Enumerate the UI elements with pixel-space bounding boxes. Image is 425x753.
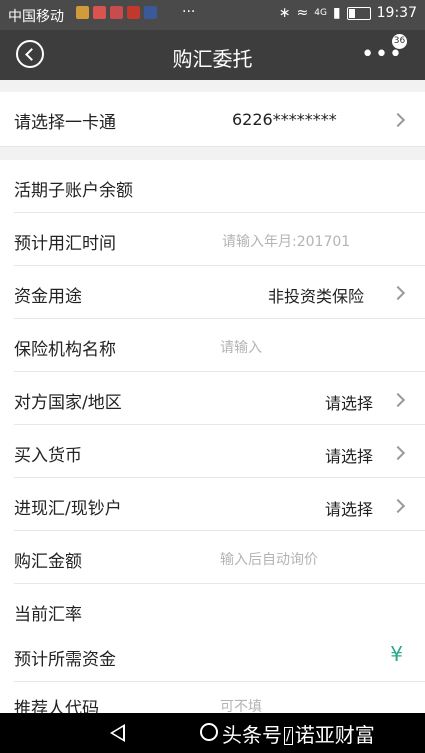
row-balance: 活期子账户余额 (0, 160, 425, 213)
row-fx-time[interactable]: 预计用汇时间 请输入年月:201701 (0, 213, 425, 266)
bluetooth-icon: ∗ (278, 5, 291, 21)
chevron-right-icon (390, 392, 406, 408)
row-label: 预计用汇时间 (14, 234, 116, 254)
chevron-right-icon (390, 285, 406, 301)
carrier-name: 中国移动 (8, 9, 64, 25)
notification-icons (76, 6, 157, 19)
insurer-input[interactable]: 请输入 (220, 337, 262, 357)
chevron-right-icon (390, 112, 406, 128)
watermark-name: 诺亚财富 (294, 723, 375, 747)
referrer-input[interactable]: 可不填 (220, 696, 262, 713)
app-notification-icon (110, 6, 123, 19)
network-type: 4G (314, 8, 327, 18)
row-label: 资金用途 (14, 287, 82, 307)
clock: 19:37 (376, 5, 417, 21)
currency-value: 请选择 (325, 447, 374, 466)
row-insurer[interactable]: 保险机构名称 请输入 (0, 319, 425, 372)
watermark: 头条号 / 诺亚财富 (222, 719, 375, 748)
row-required-funds: 预计所需资金 ¥ (0, 629, 425, 682)
card-select-label: 请选择一卡通 (14, 113, 116, 133)
card-select-row[interactable]: 请选择一卡通 6226******** (0, 92, 425, 147)
more-notifications: ··· (182, 4, 196, 20)
chevron-right-icon (390, 445, 406, 461)
row-account-type[interactable]: 进现汇/现钞户 请选择 (0, 478, 425, 531)
row-currency[interactable]: 买入货币 请选择 (0, 425, 425, 478)
title-bar: 购汇委托 ••• 36 (0, 30, 425, 80)
row-country[interactable]: 对方国家/地区 请选择 (0, 372, 425, 425)
signal-icon: ▮ (332, 5, 341, 21)
nav-back-icon[interactable] (110, 724, 125, 742)
status-right: ∗ ≈ 4G ▮ 19:37 (279, 5, 417, 21)
row-referrer[interactable]: 推荐人代码 可不填 (0, 682, 425, 713)
fx-time-input[interactable]: 请输入年月:201701 (222, 231, 350, 251)
status-bar: 中国移动 ··· ∗ ≈ 4G ▮ 19:37 (0, 0, 425, 30)
row-label: 对方国家/地区 (14, 393, 122, 413)
row-label: 进现汇/现钞户 (14, 499, 122, 519)
card-number: 6226******** (232, 110, 337, 129)
app-notification-icon (76, 6, 89, 19)
account-type-value: 请选择 (325, 500, 374, 519)
row-label: 买入货币 (14, 446, 82, 466)
row-label: 活期子账户余额 (14, 181, 133, 201)
app-notification-icon (127, 6, 140, 19)
chevron-right-icon (390, 498, 406, 514)
row-label: 保险机构名称 (14, 340, 116, 360)
battery-icon (346, 6, 371, 20)
row-label: 推荐人代码 (14, 699, 99, 713)
wifi-icon: ≈ (296, 5, 309, 21)
amount-input[interactable]: 输入后自动询价 (220, 549, 318, 569)
row-label: 当前汇率 (14, 605, 82, 625)
notification-badge: 36 (392, 34, 407, 49)
watermark-prefix: 头条号 (222, 723, 282, 747)
fund-usage-value: 非投资类保险 (268, 287, 365, 306)
row-label: 预计所需资金 (14, 650, 116, 670)
row-label: 购汇金额 (14, 552, 82, 572)
watermark-box: / (284, 727, 293, 745)
nav-home-icon[interactable] (200, 723, 218, 741)
row-amount[interactable]: 购汇金额 输入后自动询价 (0, 531, 425, 584)
app-notification-icon (93, 6, 106, 19)
app-notification-icon (144, 6, 157, 19)
country-value: 请选择 (325, 394, 374, 413)
row-fund-usage[interactable]: 资金用途 非投资类保险 (0, 266, 425, 319)
yen-symbol: ¥ (390, 642, 403, 666)
